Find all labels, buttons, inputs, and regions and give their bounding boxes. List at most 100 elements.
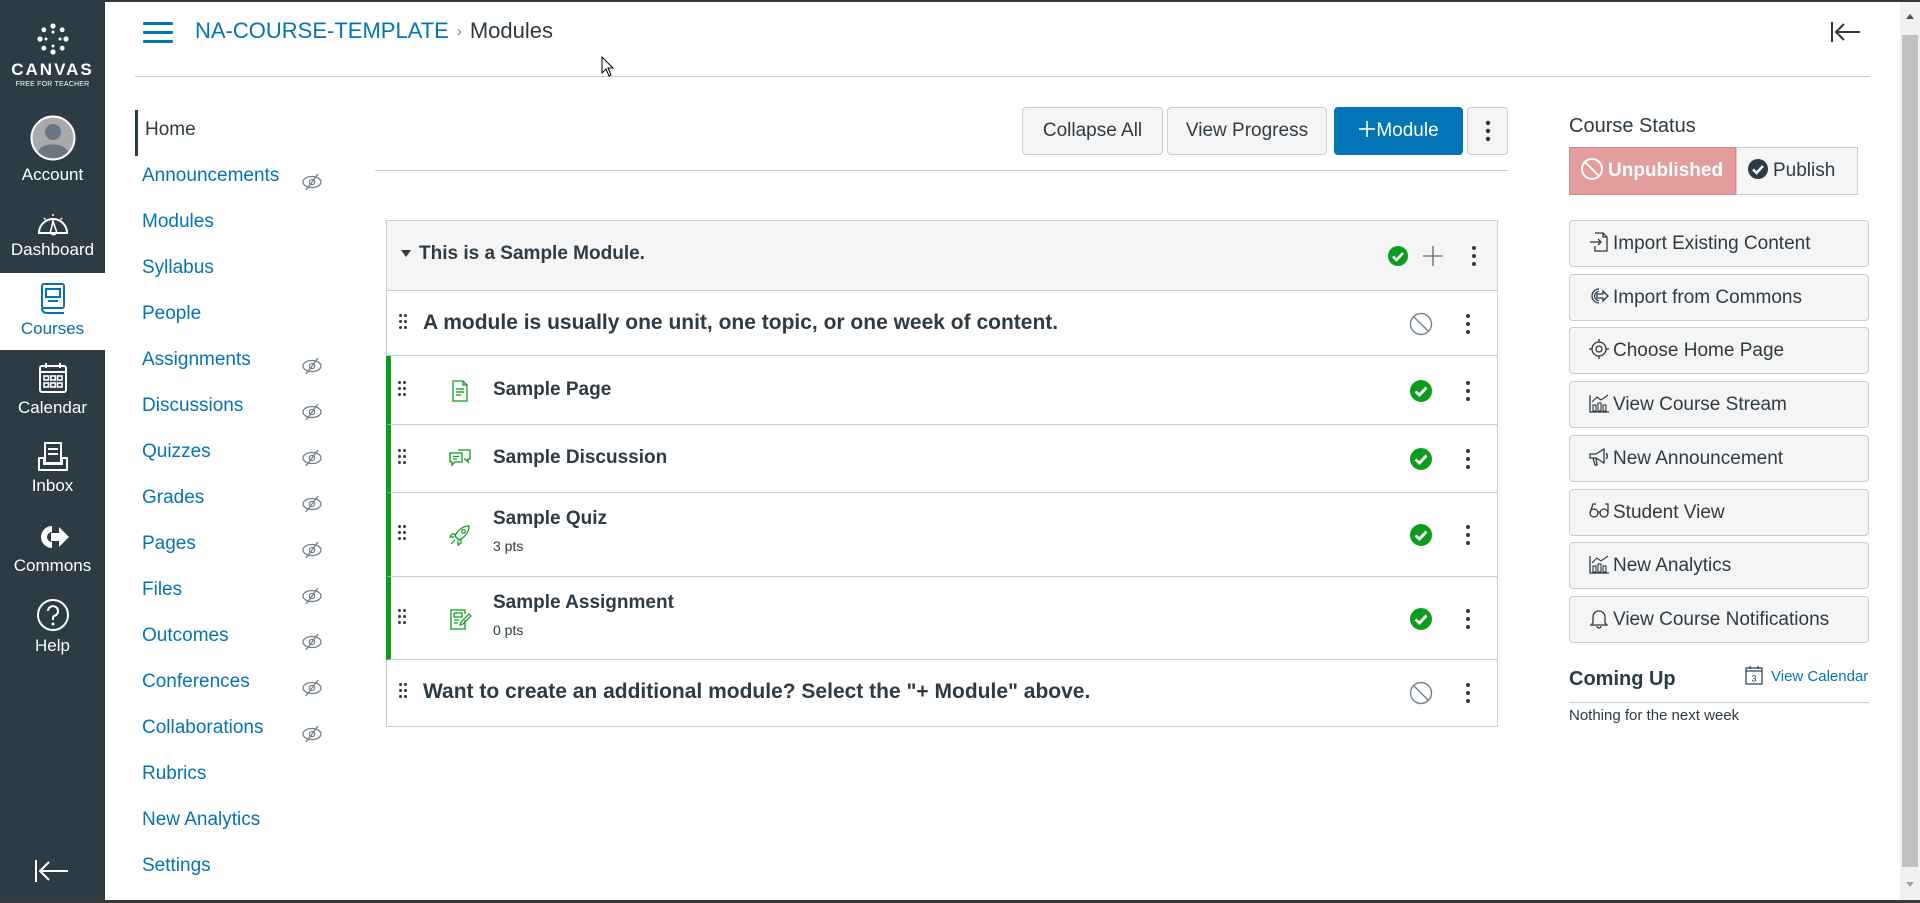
module-item-title[interactable]: Sample Quiz xyxy=(493,508,607,530)
item-kebab-icon[interactable] xyxy=(1461,379,1475,403)
scrollbar-thumb[interactable] xyxy=(1902,35,1918,867)
course-nav-item-syllabus[interactable]: Syllabus xyxy=(135,248,335,294)
module-published-icon[interactable] xyxy=(1387,245,1409,267)
course-nav-item-pages[interactable]: Pages xyxy=(135,524,335,570)
drag-handle-icon[interactable] xyxy=(398,449,408,469)
course-nav-item-quizzes[interactable]: Quizzes xyxy=(135,432,335,478)
global-nav-dashboard[interactable]: Dashboard xyxy=(0,210,105,260)
global-nav-account[interactable]: Account xyxy=(0,115,105,185)
collapse-all-button[interactable]: Collapse All xyxy=(1022,107,1163,155)
published-icon[interactable] xyxy=(1409,379,1433,403)
action-import-existing-content-button[interactable]: Import Existing Content xyxy=(1569,220,1869,267)
kebab-dot xyxy=(1466,617,1470,621)
collapse-nav-icon[interactable] xyxy=(34,858,70,884)
scroll-up-arrow-icon[interactable] xyxy=(1906,14,1914,19)
course-nav-item-people[interactable]: People xyxy=(135,294,335,340)
module-item-discussion[interactable]: Sample Discussion xyxy=(386,425,1497,493)
canvas-logo[interactable]: CANVAS FREE FOR TEACHER xyxy=(0,22,105,88)
module-item-title[interactable]: Sample Discussion xyxy=(493,447,667,469)
published-icon[interactable] xyxy=(1409,523,1433,547)
course-nav-item-new-analytics[interactable]: New Analytics xyxy=(135,800,335,846)
view-calendar-link[interactable]: 3 View Calendar xyxy=(1745,666,1869,687)
page-scrollbar[interactable] xyxy=(1900,2,1920,900)
canvas-brand-text: CANVAS xyxy=(11,60,94,79)
course-nav-item-outcomes[interactable]: Outcomes xyxy=(135,616,335,662)
course-nav-item-label: New Analytics xyxy=(142,809,261,830)
course-nav-item-assignments[interactable]: Assignments xyxy=(135,340,335,386)
module-item-assignment[interactable]: Sample Assignment 0 pts xyxy=(386,577,1497,660)
module-item-points: 0 pts xyxy=(493,622,524,638)
unpublished-button[interactable]: Unpublished xyxy=(1569,147,1736,195)
item-kebab-icon[interactable] xyxy=(1461,447,1475,471)
hidden-from-students-icon xyxy=(301,442,323,467)
action-new-announcement-button[interactable]: New Announcement xyxy=(1569,434,1869,482)
course-nav-item-files[interactable]: Files xyxy=(135,570,335,616)
course-nav-item-conferences[interactable]: Conferences xyxy=(135,662,335,708)
publish-button[interactable]: Publish xyxy=(1736,147,1858,195)
quiz-icon xyxy=(448,523,472,547)
drag-handle-icon[interactable] xyxy=(398,525,408,545)
module-item-title[interactable]: Sample Page xyxy=(493,379,611,401)
module-text-header[interactable]: A module is usually one unit, one topic,… xyxy=(387,291,1497,356)
course-nav-item-home[interactable]: Home xyxy=(135,110,335,156)
item-kebab-icon[interactable] xyxy=(1461,681,1475,705)
course-nav-item-label: Assignments xyxy=(142,349,251,370)
course-nav-item-grades[interactable]: Grades xyxy=(135,478,335,524)
drag-dot xyxy=(398,387,401,390)
kebab-dot xyxy=(1472,254,1476,258)
collapse-caret-icon[interactable] xyxy=(401,250,411,257)
view-calendar-label: View Calendar xyxy=(1771,667,1869,685)
item-kebab-icon[interactable] xyxy=(1461,607,1475,631)
action-new-analytics-button[interactable]: New Analytics xyxy=(1569,542,1869,590)
course-nav-item-label: Syllabus xyxy=(142,257,214,278)
course-nav-item-discussions[interactable]: Discussions xyxy=(135,386,335,432)
drag-handle-icon[interactable] xyxy=(399,683,409,703)
drag-handle-icon[interactable] xyxy=(398,609,408,629)
course-nav-item-announcements[interactable]: Announcements xyxy=(135,156,335,202)
action-import-from-commons-button[interactable]: Import from Commons xyxy=(1569,273,1869,321)
action-view-course-stream-button[interactable]: View Course Stream xyxy=(1569,381,1869,429)
module-item-points: 3 pts xyxy=(493,538,524,554)
action-label: Import Existing Content xyxy=(1613,233,1811,254)
course-nav-item-rubrics[interactable]: Rubrics xyxy=(135,754,335,800)
drag-dot xyxy=(403,609,406,612)
action-choose-home-page-button[interactable]: Choose Home Page xyxy=(1569,327,1869,375)
module-text-header[interactable]: Want to create an additional module? Sel… xyxy=(387,660,1497,726)
add-module-button[interactable]: Module xyxy=(1334,107,1463,155)
course-menu-toggle[interactable] xyxy=(143,22,173,44)
global-nav-courses[interactable]: Courses xyxy=(0,273,105,350)
action-label: New Analytics xyxy=(1613,555,1732,577)
module-header[interactable]: This is a Sample Module. xyxy=(387,221,1497,291)
view-progress-button[interactable]: View Progress xyxy=(1167,107,1327,155)
global-nav-commons[interactable]: Commons xyxy=(0,522,105,576)
course-options-kebab-button[interactable] xyxy=(1467,107,1508,155)
unpublished-icon[interactable] xyxy=(1409,312,1433,336)
toggle-sidebar-icon[interactable] xyxy=(1830,20,1862,44)
module-item-title[interactable]: Sample Assignment xyxy=(493,592,674,614)
kebab-dot xyxy=(1466,465,1470,469)
module-item-quiz[interactable]: Sample Quiz 3 pts xyxy=(386,493,1497,577)
drag-handle-icon[interactable] xyxy=(398,381,408,401)
item-kebab-icon[interactable] xyxy=(1461,312,1475,336)
global-nav-calendar[interactable]: Calendar xyxy=(0,362,105,418)
module-item-page[interactable]: Sample Page xyxy=(386,356,1497,425)
global-nav-help[interactable]: Help xyxy=(0,598,105,656)
action-student-view-button[interactable]: Student View xyxy=(1569,488,1869,536)
unpublished-icon[interactable] xyxy=(1409,681,1433,705)
drag-handle-icon[interactable] xyxy=(399,314,409,334)
drag-dot xyxy=(399,683,402,686)
course-nav-item-collaborations[interactable]: Collaborations xyxy=(135,708,335,754)
course-nav-item-settings[interactable]: Settings xyxy=(135,846,335,892)
scroll-down-arrow-icon[interactable] xyxy=(1906,882,1914,887)
item-kebab-icon[interactable] xyxy=(1461,523,1475,547)
action-view-course-notifications-button[interactable]: View Course Notifications xyxy=(1569,595,1869,643)
add-item-plus-icon[interactable] xyxy=(1421,244,1445,268)
unpublished-label: Unpublished xyxy=(1608,160,1724,181)
breadcrumb-course-link[interactable]: NA-COURSE-TEMPLATE xyxy=(195,18,449,43)
course-nav-item-modules[interactable]: Modules xyxy=(135,202,335,248)
module-kebab-icon[interactable] xyxy=(1467,244,1481,268)
drag-dot xyxy=(403,449,406,452)
global-nav-inbox[interactable]: Inbox xyxy=(0,442,105,496)
published-icon[interactable] xyxy=(1409,607,1433,631)
published-icon[interactable] xyxy=(1409,447,1433,471)
